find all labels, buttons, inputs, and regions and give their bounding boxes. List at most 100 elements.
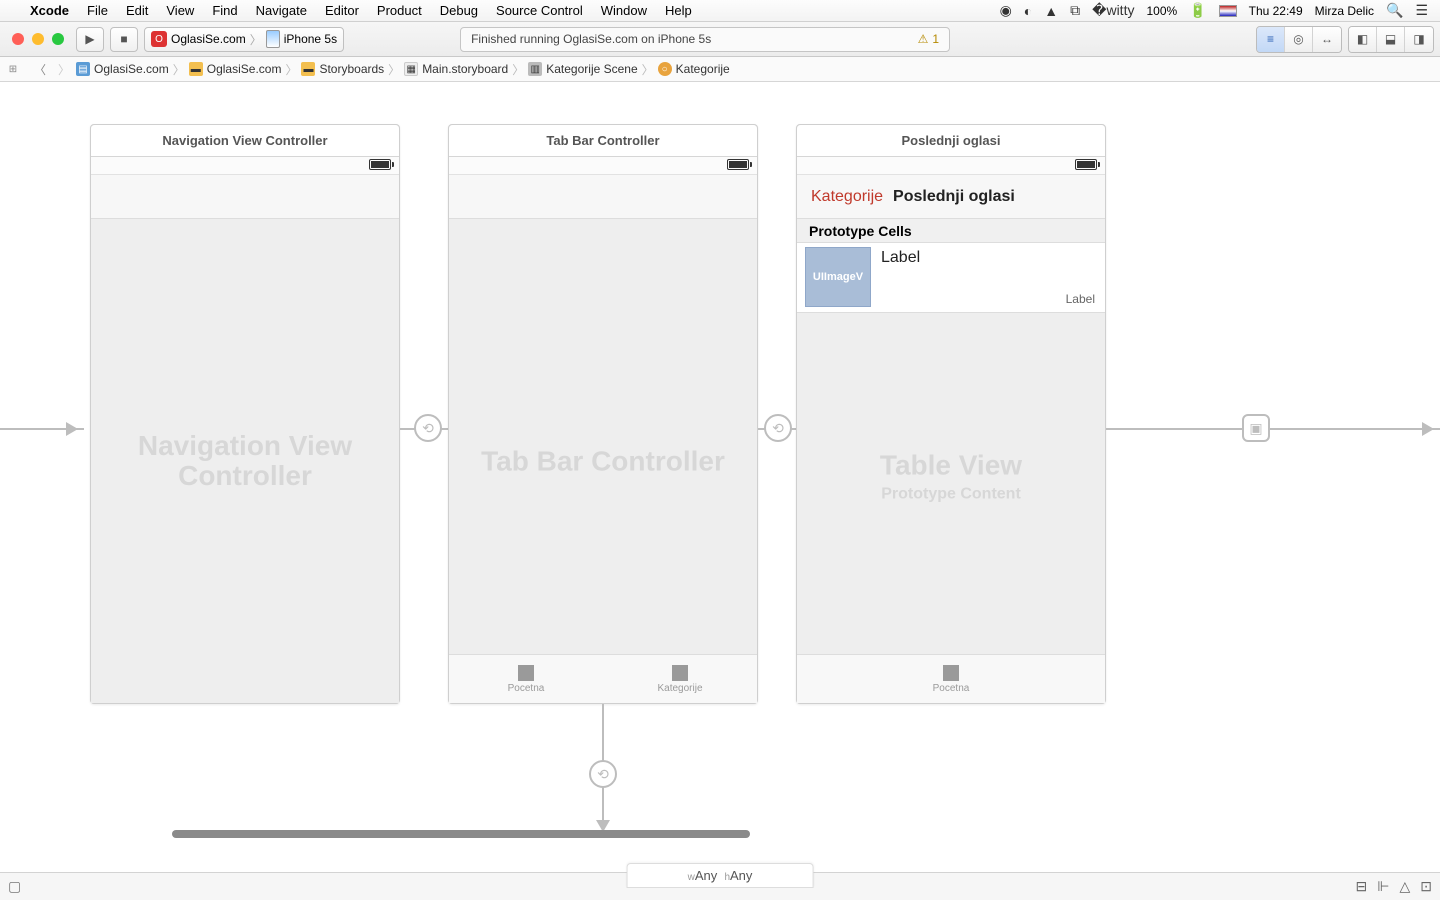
jump-bar: ⊞ 〈 〉 ▤OglasiSe.com 〉 ▬OglasiSe.com 〉 ▬S… — [0, 57, 1440, 82]
device-icon — [266, 30, 280, 48]
status-bar — [449, 157, 757, 175]
app-name[interactable]: Xcode — [30, 3, 69, 18]
battery-icon[interactable]: 🔋 — [1189, 2, 1206, 19]
issues-badge[interactable]: ⚠ 1 — [918, 32, 939, 46]
folder-icon: ▬ — [301, 62, 315, 76]
pin-icon[interactable]: ⊩ — [1377, 878, 1389, 895]
scheme-icon: O — [151, 31, 167, 47]
navigation-bar[interactable]: Kategorije Poslednji oglasi — [797, 175, 1105, 219]
menu-debug[interactable]: Debug — [440, 3, 478, 18]
panel-toggle-segmented[interactable]: ◧ ⬓ ◨ — [1348, 26, 1434, 53]
spotlight-icon[interactable]: 🔍 — [1386, 2, 1403, 19]
uiimageview[interactable]: UIImageV — [805, 247, 871, 307]
placeholder-label: Navigation View Controller — [91, 431, 399, 493]
input-flag-icon[interactable] — [1219, 5, 1237, 17]
menu-editor[interactable]: Editor — [325, 3, 359, 18]
dnd-icon[interactable]: ◐ — [1024, 3, 1032, 19]
status-bar — [797, 157, 1105, 175]
nav-back[interactable]: 〈 — [28, 61, 52, 78]
menu-view[interactable]: View — [166, 3, 194, 18]
back-button[interactable]: Kategorije — [811, 188, 883, 206]
segue-relationship-2[interactable]: ⟲ — [589, 760, 617, 788]
toggle-navigator-icon[interactable]: ◧ — [1349, 27, 1377, 52]
menu-find[interactable]: Find — [212, 3, 237, 18]
jb-project[interactable]: ▤OglasiSe.com — [76, 62, 169, 76]
notification-center-icon[interactable]: ☰ — [1415, 2, 1428, 19]
jb-viewcontroller[interactable]: ○Kategorije — [658, 62, 730, 76]
dropbox-icon[interactable]: ⧉ — [1070, 2, 1080, 19]
scene-navigation-controller[interactable]: Navigation View Controller Navigation Vi… — [90, 124, 400, 704]
scene-poslednji-oglasi[interactable]: Poslednji oglasi Kategorije Poslednji og… — [796, 124, 1106, 704]
drive-icon[interactable]: ▲ — [1044, 3, 1058, 19]
subtitle-label[interactable]: Label — [1066, 292, 1095, 306]
resolve-issues-icon[interactable]: △ — [1399, 878, 1410, 895]
menu-product[interactable]: Product — [377, 3, 422, 18]
scene-title[interactable]: Navigation View Controller — [91, 125, 399, 157]
scene-tabbar-controller[interactable]: Tab Bar Controller Tab Bar Controller Po… — [448, 124, 758, 704]
user-name[interactable]: Mirza Delic — [1315, 4, 1374, 18]
tab-kategorije[interactable]: Kategorije — [603, 655, 757, 703]
resizing-icon[interactable]: ⊡ — [1420, 878, 1432, 895]
editor-bottom-bar: ▢ wAny hAny ⊟ ⊩ △ ⊡ — [0, 872, 1440, 900]
editor-mode-segmented[interactable]: ≡ ◎ ↔ — [1256, 26, 1342, 53]
menu-help[interactable]: Help — [665, 3, 692, 18]
scene-title[interactable]: Poslednji oglasi — [797, 125, 1105, 157]
title-label[interactable]: Label — [881, 249, 920, 308]
wifi-icon[interactable]: �witty — [1092, 2, 1134, 19]
navigation-bar[interactable] — [449, 175, 757, 219]
jb-scene[interactable]: ▥Kategorije Scene — [528, 62, 637, 76]
scheme-device: iPhone 5s — [284, 32, 337, 46]
version-editor-icon[interactable]: ↔ — [1313, 27, 1341, 52]
jb-group-1[interactable]: ▬OglasiSe.com — [189, 62, 282, 76]
jb-storyboard[interactable]: ▦Main.storyboard — [404, 62, 508, 76]
menu-file[interactable]: File — [87, 3, 108, 18]
nav-title[interactable]: Poslednji oglasi — [893, 188, 1015, 206]
stop-button[interactable]: ■ — [110, 27, 138, 52]
tab-bar[interactable]: Pocetna Kategorije — [449, 654, 757, 703]
align-icon[interactable]: ⊟ — [1356, 878, 1368, 895]
storyboard-canvas[interactable]: Navigation View Controller Navigation Vi… — [0, 82, 1440, 872]
tab-icon — [518, 665, 534, 681]
close-window[interactable] — [12, 33, 24, 45]
tab-bar[interactable]: Pocetna — [797, 654, 1105, 703]
scheme-selector[interactable]: O OglasiSe.com 〉 iPhone 5s — [144, 27, 344, 52]
project-icon: ▤ — [76, 62, 90, 76]
segue-root-viewcontroller[interactable]: ⟲ — [414, 414, 442, 442]
viber-icon[interactable]: ◉ — [1000, 2, 1012, 19]
menu-edit[interactable]: Edit — [126, 3, 148, 18]
nav-forward[interactable]: 〉 — [52, 61, 76, 78]
tableview-placeholder: Table View Prototype Content — [797, 451, 1105, 504]
scene-title[interactable]: Tab Bar Controller — [449, 125, 757, 157]
battery-icon — [727, 159, 749, 170]
horizontal-scrollbar[interactable] — [172, 830, 750, 838]
menu-window[interactable]: Window — [601, 3, 647, 18]
menu-source-control[interactable]: Source Control — [496, 3, 583, 18]
zoom-window[interactable] — [52, 33, 64, 45]
toggle-utilities-icon[interactable]: ◨ — [1405, 27, 1433, 52]
run-button[interactable]: ▶ — [76, 27, 104, 52]
size-class-control[interactable]: wAny hAny — [627, 863, 814, 888]
menu-navigate[interactable]: Navigate — [256, 3, 307, 18]
assistant-editor-icon[interactable]: ◎ — [1285, 27, 1313, 52]
segue-line-3[interactable] — [1106, 428, 1440, 430]
related-items-icon[interactable]: ⊞ — [6, 62, 20, 76]
macos-menubar: Xcode File Edit View Find Navigate Edito… — [0, 0, 1440, 22]
toggle-debug-icon[interactable]: ⬓ — [1377, 27, 1405, 52]
clock[interactable]: Thu 22:49 — [1249, 4, 1303, 18]
battery-percent: 100% — [1146, 4, 1177, 18]
segue-embed[interactable]: ▣ — [1242, 414, 1270, 442]
scheme-project: OglasiSe.com — [171, 32, 246, 46]
status-bar — [91, 157, 399, 175]
tab-pocetna[interactable]: Pocetna — [797, 655, 1105, 703]
navigation-bar[interactable] — [91, 175, 399, 219]
activity-viewer[interactable]: Finished running OglasiSe.com on iPhone … — [460, 27, 950, 52]
prototype-cell[interactable]: UIImageV Label Label — [797, 243, 1105, 313]
standard-editor-icon[interactable]: ≡ — [1257, 27, 1285, 52]
minimize-window[interactable] — [32, 33, 44, 45]
segue-relationship[interactable]: ⟲ — [764, 414, 792, 442]
jb-group-2[interactable]: ▬Storyboards — [301, 62, 384, 76]
prototype-cells-header: Prototype Cells — [797, 219, 1105, 243]
initial-vc-arrow[interactable] — [0, 428, 84, 430]
toggle-outline-icon[interactable]: ▢ — [8, 878, 21, 895]
tab-pocetna[interactable]: Pocetna — [449, 655, 603, 703]
